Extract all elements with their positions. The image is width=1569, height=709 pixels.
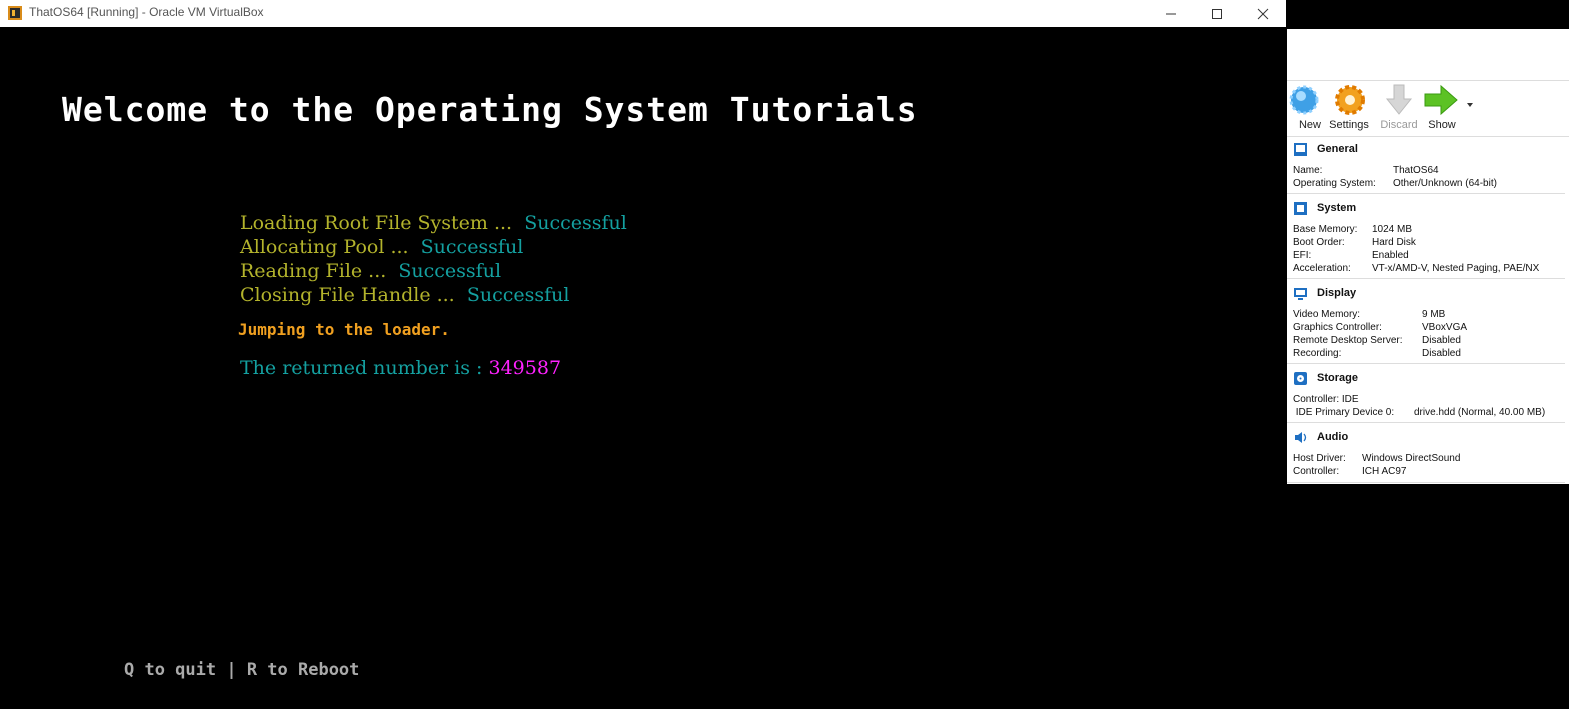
- welcome-heading: Welcome to the Operating System Tutorial…: [62, 90, 918, 129]
- log-text: Closing File Handle ...: [240, 284, 455, 306]
- vm-window: ThatOS64 [Running] - Oracle VM VirtualBo…: [0, 0, 1286, 709]
- display-header[interactable]: Display: [1293, 285, 1356, 301]
- virtualbox-app-icon: [8, 6, 22, 20]
- show-dropdown-icon[interactable]: [1467, 103, 1473, 107]
- detail-row: Acceleration: VT-x/AMD-V, Nested Paging, …: [1293, 263, 1540, 274]
- show-button[interactable]: Show: [1419, 81, 1465, 135]
- settings-label: Settings: [1329, 119, 1369, 131]
- log-status: Successful: [398, 260, 502, 282]
- storage-section: Storage Controller: IDE IDE Primary Devi…: [1287, 366, 1565, 423]
- returned-number-line: The returned number is : 349587: [240, 357, 561, 379]
- vm-screen[interactable]: Welcome to the Operating System Tutorial…: [0, 27, 1286, 709]
- log-text: Reading File ...: [240, 260, 387, 282]
- detail-row: Controller: IDE: [1293, 394, 1359, 405]
- settings-gear-icon: [1335, 85, 1365, 115]
- display-monitor-icon: [1294, 287, 1307, 300]
- detail-row: Recording: Disabled: [1293, 348, 1461, 359]
- log-status: Successful: [524, 212, 627, 234]
- general-section: General Name: ThatOS64 Operating System: O…: [1287, 137, 1565, 194]
- minimize-icon: [1166, 13, 1176, 14]
- minimize-button[interactable]: [1148, 0, 1194, 27]
- log-line: Reading File ... Successful: [240, 260, 501, 282]
- detail-row: Video Memory: 9 MB: [1293, 309, 1446, 320]
- log-text: Loading Root File System ...: [240, 212, 513, 234]
- discard-label: Discard: [1380, 119, 1418, 131]
- general-header[interactable]: General: [1293, 141, 1358, 157]
- audio-title: Audio: [1317, 431, 1349, 443]
- detail-row: Host Driver: Windows DirectSound: [1293, 453, 1461, 464]
- display-title: Display: [1317, 287, 1357, 299]
- log-status: Successful: [420, 236, 524, 258]
- audio-speaker-icon: [1295, 431, 1307, 443]
- settings-button[interactable]: Settings: [1326, 81, 1372, 135]
- display-section: Display Video Memory: 9 MB Graphics Contr…: [1287, 281, 1565, 364]
- title-bar[interactable]: ThatOS64 [Running] - Oracle VM VirtualBo…: [0, 0, 1286, 27]
- show-arrow-icon: [1424, 84, 1458, 116]
- audio-header[interactable]: Audio: [1293, 429, 1348, 445]
- storage-title: Storage: [1317, 372, 1358, 384]
- maximize-icon: [1212, 8, 1222, 19]
- detail-row: Controller: ICH AC97: [1293, 466, 1407, 477]
- system-section: System Base Memory: 1024 MB Boot Order: Ha…: [1287, 196, 1565, 279]
- audio-section: Audio Host Driver: Windows DirectSound Co…: [1287, 425, 1565, 483]
- detail-row: IDE Primary Device 0: drive.hdd (Normal, …: [1293, 407, 1546, 418]
- system-title: System: [1317, 202, 1357, 214]
- general-icon: [1294, 142, 1307, 156]
- footer-hint: Q to quit | R to Reboot: [124, 660, 360, 680]
- storage-disk-icon: [1294, 371, 1307, 385]
- system-header[interactable]: System: [1293, 200, 1356, 216]
- discard-arrow-icon: [1385, 84, 1413, 115]
- log-line: Allocating Pool ... Successful: [240, 236, 523, 258]
- general-title: General: [1317, 143, 1358, 155]
- window-title: ThatOS64 [Running] - Oracle VM VirtualBo…: [29, 5, 264, 19]
- detail-row: Boot Order: Hard Disk: [1293, 237, 1416, 248]
- maximize-button[interactable]: [1194, 0, 1240, 27]
- storage-header[interactable]: Storage: [1293, 370, 1358, 386]
- jumping-message: Jumping to the loader.: [238, 320, 450, 339]
- detail-row: Name: ThatOS64: [1293, 165, 1439, 176]
- detail-row: EFI: Enabled: [1293, 250, 1409, 261]
- detail-row: Base Memory: 1024 MB: [1293, 224, 1413, 235]
- returned-value: 349587: [488, 357, 562, 379]
- detail-row: Operating System: Other/Unknown (64-bit): [1293, 178, 1497, 189]
- log-line: Closing File Handle ... Successful: [240, 284, 569, 306]
- close-button[interactable]: [1240, 0, 1286, 27]
- detail-row: Remote Desktop Server: Disabled: [1293, 335, 1461, 346]
- detail-row: Graphics Controller: VBoxVGA: [1293, 322, 1468, 333]
- returned-label: The returned number is :: [240, 357, 483, 379]
- log-status: Successful: [466, 284, 570, 306]
- show-label: Show: [1428, 119, 1456, 131]
- system-chip-icon: [1294, 201, 1307, 215]
- log-text: Allocating Pool ...: [240, 236, 409, 258]
- discard-button[interactable]: Discard: [1376, 81, 1422, 135]
- close-icon: [1257, 8, 1269, 19]
- log-line: Loading Root File System ... Successful: [240, 212, 627, 234]
- manager-toolbar: New Settings Discard Show: [1287, 80, 1569, 137]
